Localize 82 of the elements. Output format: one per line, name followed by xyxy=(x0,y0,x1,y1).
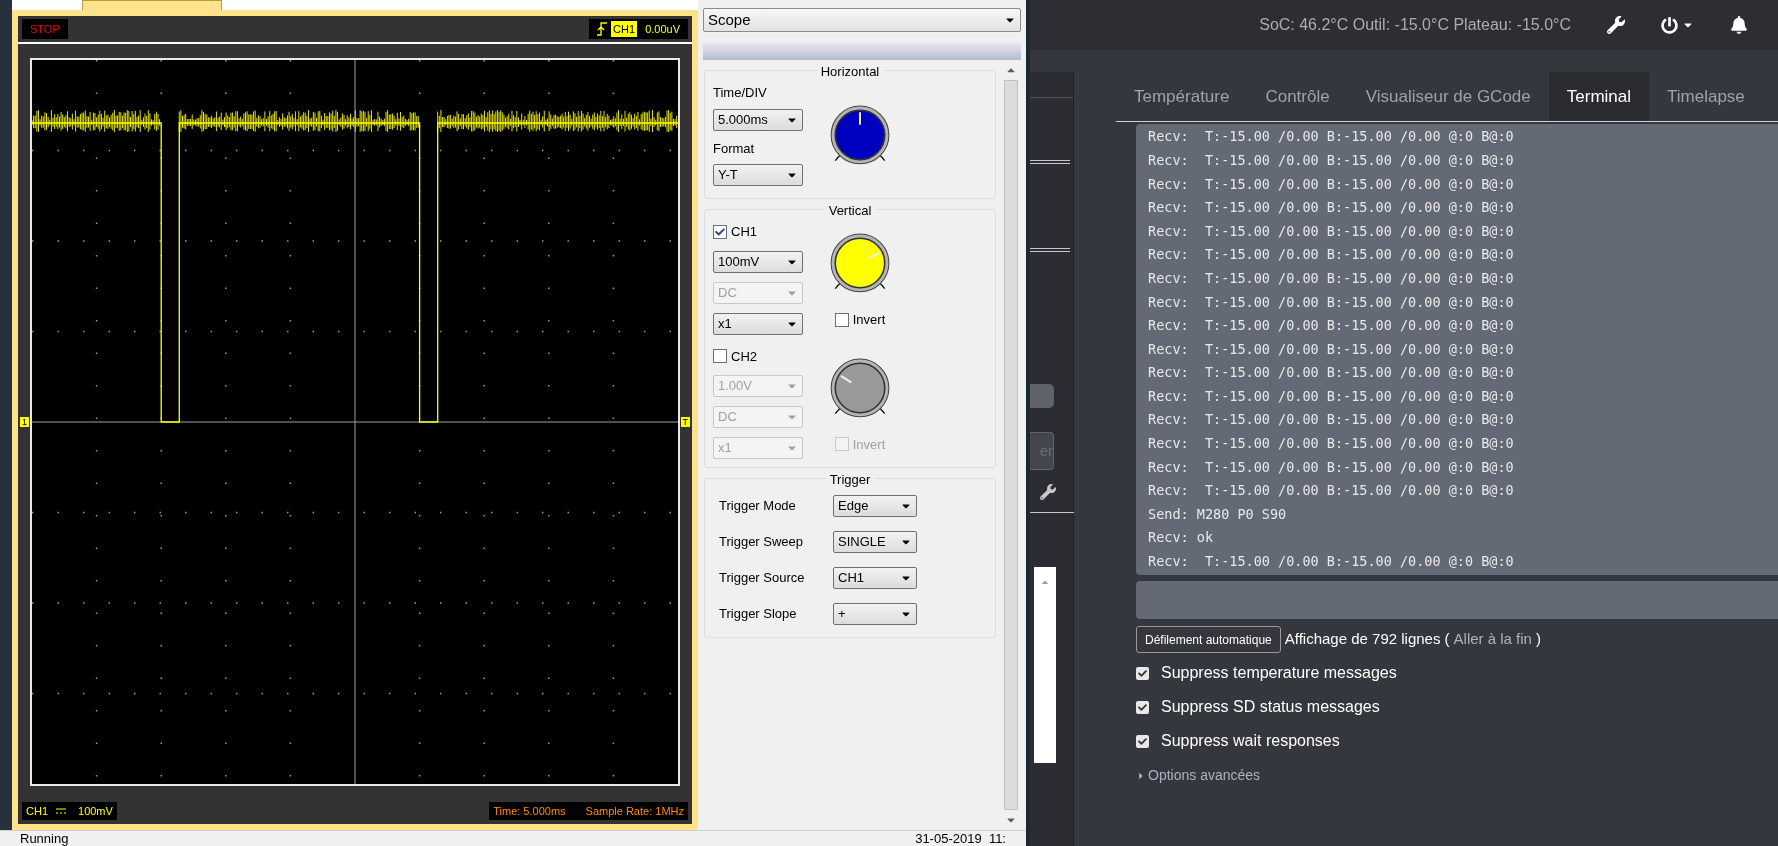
run-status: STOP xyxy=(22,18,68,40)
checkbox[interactable] xyxy=(834,437,849,452)
checkbox[interactable] xyxy=(834,312,849,327)
invert-checkbox[interactable]: Invert xyxy=(834,310,886,330)
settings-icon[interactable] xyxy=(1607,16,1625,34)
dropdown[interactable]: + xyxy=(833,603,917,625)
terminal-line: Recv: T:-15.00 /0.00 B:-15.00 /0.00 @:0 B@:0 xyxy=(1148,245,1515,265)
dropdown[interactable]: SINGLE xyxy=(833,531,917,553)
trigger-level: 0.00uV xyxy=(645,21,680,37)
trigger-channel: CH1 xyxy=(611,20,638,38)
terminal-line: Recv: T:-15.00 /0.00 B:-15.00 /0.00 @:0 B@:0 xyxy=(1148,434,1515,454)
terminal-line: Recv: T:-15.00 /0.00 B:-15.00 /0.00 @:0 B@:0 xyxy=(1148,457,1515,477)
trigger-label: Trigger Slope xyxy=(719,605,798,624)
terminal-line: Recv: T:-15.00 /0.00 B:-15.00 /0.00 @:0 B@:0 xyxy=(1148,127,1515,147)
tab[interactable]: Contrôle xyxy=(1247,72,1348,121)
trigger-label: Trigger Sweep xyxy=(719,533,805,552)
terminal-line: Recv: T:-15.00 /0.00 B:-15.00 /0.00 @:0 B@:0 xyxy=(1148,150,1515,170)
dropdown[interactable]: 100mV xyxy=(713,250,803,273)
check-icon xyxy=(1138,668,1147,678)
dc-coupling-icon xyxy=(56,808,66,814)
terminal-line: Send: M280 P0 S90 xyxy=(1148,504,1288,524)
terminal-line: Recv: T:-15.00 /0.00 B:-15.00 /0.00 @:0 B@:0 xyxy=(1148,481,1515,501)
advanced-options-toggle[interactable]: Options avancées xyxy=(1136,765,1778,786)
ground-marker: 1 xyxy=(20,417,29,427)
terminal-line: Recv: T:-15.00 /0.00 B:-15.00 /0.00 @:0 B@:0 xyxy=(1148,174,1515,194)
autoscroll-button[interactable]: Défilement automatique xyxy=(1136,626,1281,653)
tab[interactable]: Timelapse xyxy=(1649,72,1763,121)
tab[interactable]: Terminal xyxy=(1548,72,1649,121)
time-per-div: Time: 5.000ms xyxy=(493,803,566,819)
dropdown[interactable]: Y-T xyxy=(713,164,803,186)
trigger-label: Trigger Mode xyxy=(719,497,797,516)
check-icon xyxy=(1138,702,1147,712)
sidebar-field[interactable] xyxy=(1030,384,1054,408)
terminal-line: Recv: T:-15.00 /0.00 B:-15.00 /0.00 @:0 B@:0 xyxy=(1148,363,1515,383)
checkbox[interactable] xyxy=(1136,666,1149,680)
terminal-line: Recv: ok xyxy=(1148,528,1215,548)
terminal-line: Recv: T:-15.00 /0.00 B:-15.00 /0.00 @:0 B@:0 xyxy=(1148,221,1515,241)
tab[interactable]: Température xyxy=(1116,72,1248,121)
trigger-marker: T xyxy=(680,417,690,427)
mode-select[interactable]: Scope xyxy=(703,8,1021,32)
status-text: Running xyxy=(20,832,69,846)
terminal-line: Recv: T:-15.00 /0.00 B:-15.00 /0.00 @:0 B@:0 xyxy=(1148,410,1515,430)
footer-channel: CH1 xyxy=(26,803,48,819)
footer-scale: 100mV xyxy=(78,803,113,819)
terminal-line: Recv: T:-15.00 /0.00 B:-15.00 /0.00 @:0 B@:0 xyxy=(1148,339,1515,359)
temperature-readout: SoC: 46.2°C Outil: -15.0°C Plateau: -15.0°C xyxy=(1259,15,1571,35)
command-input[interactable] xyxy=(1136,581,1778,619)
field-label: Time/DIV xyxy=(713,84,768,102)
tab[interactable]: Visualiseur de GCode xyxy=(1347,72,1549,121)
option-label: Suppress SD status messages xyxy=(1161,697,1380,717)
checkbox[interactable] xyxy=(713,224,727,239)
terminal-line: Recv: T:-15.00 /0.00 B:-15.00 /0.00 @:0 B@:0 xyxy=(1148,316,1515,336)
option-label: Suppress temperature messages xyxy=(1161,663,1397,683)
power-menu[interactable] xyxy=(1661,16,1694,34)
terminal-line: Recv: T:-15.00 /0.00 B:-15.00 /0.00 @:0 B@:0 xyxy=(1148,198,1515,218)
dropdown[interactable]: x1 xyxy=(713,312,803,335)
line-count: Affichage de 792 lignes ( xyxy=(1284,629,1450,650)
checkbox[interactable] xyxy=(1136,734,1149,748)
power-icon xyxy=(1661,16,1678,34)
sample-rate: Sample Rate: 1MHz xyxy=(585,803,684,819)
dropdown[interactable]: 5.000ms xyxy=(713,108,803,131)
dropdown[interactable]: CH1 xyxy=(833,567,917,589)
field-label: Format xyxy=(713,139,756,158)
channel-checkbox[interactable]: CH2 xyxy=(713,346,823,366)
wrench-icon[interactable] xyxy=(1040,484,1056,500)
checkbox[interactable] xyxy=(1136,700,1149,714)
dropdown[interactable]: Edge xyxy=(833,495,917,517)
trigger-label: Trigger Source xyxy=(719,569,806,588)
channel-checkbox[interactable]: CH1 xyxy=(713,222,823,242)
terminal-line: Recv: T:-15.00 /0.00 B:-15.00 /0.00 @:0 B@:0 xyxy=(1148,268,1515,288)
line-count-paren: ) xyxy=(1535,629,1541,650)
option-label: Suppress wait responses xyxy=(1161,731,1340,751)
rising-edge-icon xyxy=(597,22,608,36)
notifications-icon[interactable] xyxy=(1730,16,1748,34)
terminal-line: Recv: T:-15.00 /0.00 B:-15.00 /0.00 @:0 B@:0 xyxy=(1148,552,1515,572)
check-icon xyxy=(1138,736,1147,746)
checkbox[interactable] xyxy=(713,349,727,364)
terminal-line: Recv: T:-15.00 /0.00 B:-15.00 /0.00 @:0 B@:0 xyxy=(1148,292,1515,312)
terminal-line: Recv: T:-15.00 /0.00 B:-15.00 /0.00 @:0 B@:0 xyxy=(1148,386,1515,406)
check-icon xyxy=(715,226,725,237)
status-date: 31-05-2019 11: xyxy=(915,832,1006,846)
scroll-to-end-link[interactable]: Aller à la fin xyxy=(1453,628,1532,651)
